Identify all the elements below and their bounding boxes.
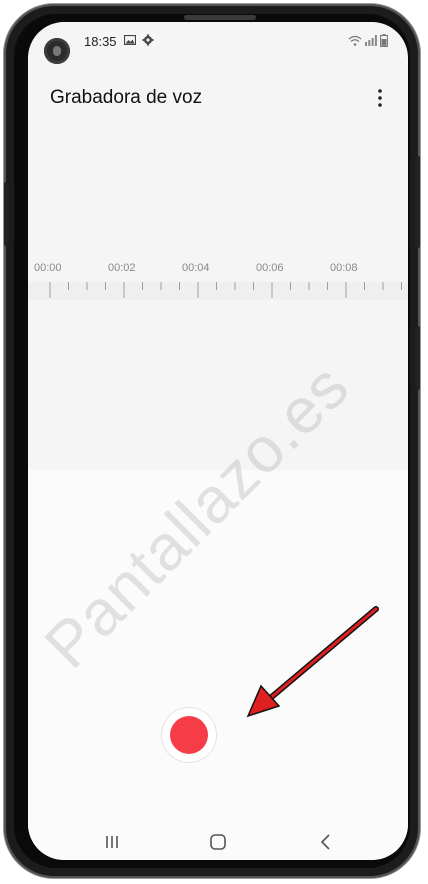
waveform-area xyxy=(28,300,408,470)
bixby-button xyxy=(415,326,420,390)
controls-area xyxy=(28,470,408,860)
signal-icon xyxy=(365,35,377,46)
record-icon xyxy=(170,716,208,754)
earpiece xyxy=(184,15,256,20)
timeline-ruler xyxy=(28,282,408,300)
power-button xyxy=(415,156,420,248)
battery-icon xyxy=(380,34,388,47)
screen: 18:35 Grabadora de voz 00:00 00:02 00:04… xyxy=(28,22,408,860)
page-title: Grabadora de voz xyxy=(50,87,203,108)
timeline-label: 00:04 xyxy=(182,262,210,274)
timeline-label: 00:02 xyxy=(108,262,136,274)
record-button[interactable] xyxy=(162,708,216,762)
gallery-icon xyxy=(124,35,136,45)
wifi-icon xyxy=(348,35,362,46)
status-time: 18:35 xyxy=(84,34,117,49)
timeline: 00:00 00:02 00:04 00:06 00:08 xyxy=(28,252,408,300)
ruler-ticks xyxy=(49,282,402,298)
gear-icon xyxy=(142,34,154,46)
timeline-label: 00:06 xyxy=(256,262,284,274)
status-icons xyxy=(348,34,388,47)
timeline-label: 00:08 xyxy=(330,262,358,274)
more-vert-icon[interactable] xyxy=(372,88,388,108)
volume-button xyxy=(4,182,9,246)
navigation-bar xyxy=(28,820,408,860)
status-bar: 18:35 xyxy=(28,22,408,64)
recents-icon[interactable] xyxy=(100,830,124,854)
home-icon[interactable] xyxy=(206,830,230,854)
timeline-label: 00:00 xyxy=(34,262,62,274)
app-bar: Grabadora de voz xyxy=(28,70,408,110)
back-icon[interactable] xyxy=(314,830,338,854)
front-camera xyxy=(44,38,70,64)
